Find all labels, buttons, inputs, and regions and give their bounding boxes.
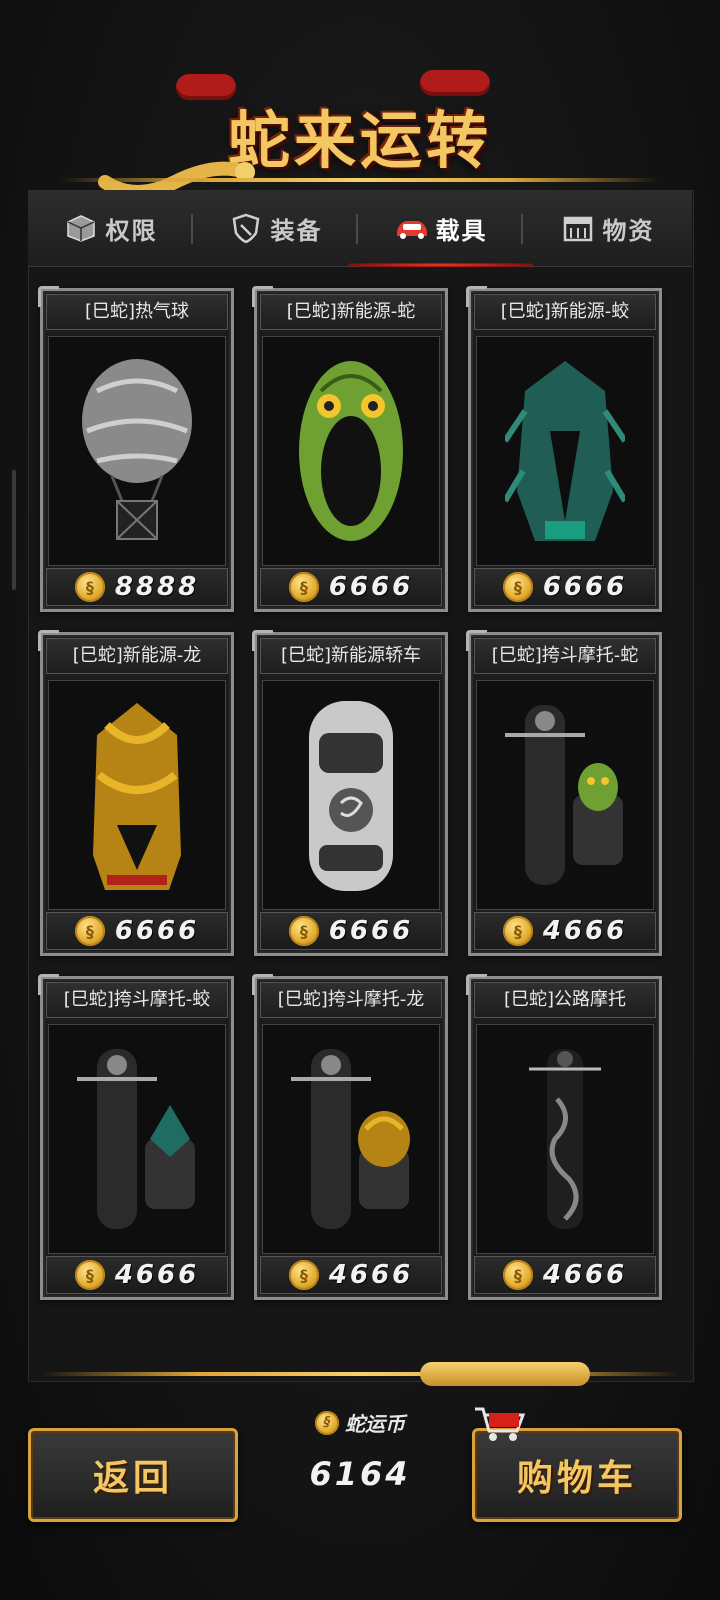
item-card[interactable]: [巳蛇]公路摩托 § 4666: [466, 974, 662, 1300]
box-icon: [64, 213, 98, 243]
coin-icon: §: [315, 1410, 339, 1435]
coin-icon: §: [74, 572, 105, 602]
back-button[interactable]: 返回: [28, 1428, 238, 1522]
tab-vehicles[interactable]: 载具: [348, 190, 533, 267]
item-image: [262, 336, 440, 566]
tab-label: 载具: [435, 216, 488, 245]
item-price-bar: § 8888: [46, 568, 228, 606]
item-price-bar: § 6666: [260, 912, 442, 950]
item-name: [巳蛇]新能源-蛟: [474, 294, 656, 330]
item-image: [476, 680, 654, 910]
item-price: 6666: [328, 916, 414, 946]
item-price: 6666: [542, 572, 628, 602]
currency-label: 蛇运币: [345, 1412, 405, 1436]
item-price: 4666: [328, 1260, 414, 1290]
title-banner: 蛇来运转: [0, 70, 720, 200]
item-image: [476, 1024, 654, 1254]
item-price: 4666: [542, 916, 628, 946]
item-name: [巳蛇]新能源轿车: [260, 638, 442, 674]
item-image: [262, 1024, 440, 1254]
item-price-bar: § 4666: [474, 912, 656, 950]
currency-label-row: § 蛇运币: [260, 1408, 460, 1437]
snake-tail-decoration: [420, 1362, 590, 1386]
coin-icon: §: [74, 916, 105, 946]
tab-label: 权限: [105, 216, 158, 245]
item-name: [巳蛇]挎斗摩托-蛟: [46, 982, 228, 1018]
crate-icon: [561, 213, 595, 243]
item-name: [巳蛇]挎斗摩托-龙: [260, 982, 442, 1018]
item-price: 4666: [114, 1260, 200, 1290]
item-price: 8888: [114, 572, 200, 602]
shopping-cart-icon: [475, 1407, 526, 1441]
item-price: 6666: [114, 916, 200, 946]
item-name: [巳蛇]挎斗摩托-蛇: [474, 638, 656, 674]
coin-icon: §: [502, 916, 533, 946]
tab-label: 装备: [270, 216, 323, 245]
item-price-bar: § 4666: [474, 1256, 656, 1294]
item-card[interactable]: [巳蛇]新能源-龙 § 6666: [38, 630, 234, 956]
coin-icon: §: [74, 1260, 105, 1290]
item-price-bar: § 6666: [46, 912, 228, 950]
item-price-bar: § 6666: [474, 568, 656, 606]
coin-icon: §: [288, 1260, 319, 1290]
item-card[interactable]: [巳蛇]挎斗摩托-蛇 § 4666: [466, 630, 662, 956]
item-image: [262, 680, 440, 910]
tab-equipment[interactable]: 装备: [193, 190, 358, 266]
item-image: [48, 1024, 226, 1254]
item-price-bar: § 4666: [46, 1256, 228, 1294]
tab-permissions[interactable]: 权限: [28, 190, 193, 266]
currency-display: § 蛇运币 6164: [260, 1408, 460, 1518]
tab-label: 物资: [602, 216, 655, 245]
car-icon: [394, 213, 428, 243]
item-image: [48, 680, 226, 910]
item-image: [48, 336, 226, 566]
shield-icon: [229, 213, 263, 243]
item-card[interactable]: [巳蛇]新能源-蛇 § 6666: [252, 286, 448, 612]
tab-supplies[interactable]: 物资: [523, 190, 692, 266]
item-price-bar: § 6666: [260, 568, 442, 606]
item-card[interactable]: [巳蛇]新能源-蛟 § 6666: [466, 286, 662, 612]
item-name: [巳蛇]新能源-蛇: [260, 294, 442, 330]
cart-button[interactable]: 购物车: [472, 1407, 682, 1522]
cart-button-label: 购物车: [516, 1457, 637, 1499]
scroll-indicator[interactable]: [12, 470, 16, 590]
item-card[interactable]: [巳蛇]挎斗摩托-龙 § 4666: [252, 974, 448, 1300]
back-button-label: 返回: [92, 1457, 173, 1499]
item-name: [巳蛇]热气球: [46, 294, 228, 330]
currency-value: 6164: [309, 1455, 411, 1493]
item-price-bar: § 4666: [260, 1256, 442, 1294]
item-card[interactable]: [巳蛇]挎斗摩托-蛟 § 4666: [38, 974, 234, 1300]
tab-bar: 权限 装备 载具 物资: [28, 190, 692, 267]
item-image: [476, 336, 654, 566]
item-card[interactable]: [巳蛇]新能源轿车 § 6666: [252, 630, 448, 956]
title-underline: [60, 178, 660, 182]
coin-icon: §: [502, 1260, 533, 1290]
item-name: [巳蛇]新能源-龙: [46, 638, 228, 674]
coin-icon: §: [288, 916, 319, 946]
coin-icon: §: [288, 572, 319, 602]
coin-icon: §: [502, 572, 533, 602]
item-price: 6666: [328, 572, 414, 602]
item-name: [巳蛇]公路摩托: [474, 982, 656, 1018]
item-card[interactable]: [巳蛇]热气球 § 8888: [38, 286, 234, 612]
item-price: 4666: [542, 1260, 628, 1290]
